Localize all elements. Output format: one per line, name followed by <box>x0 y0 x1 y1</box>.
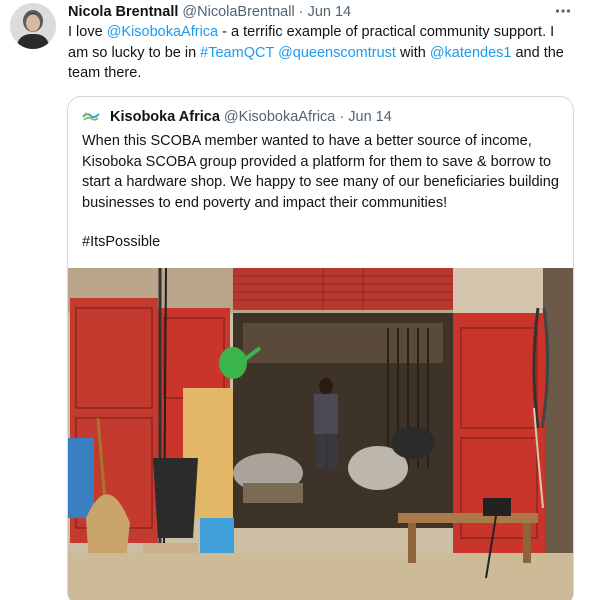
quoted-tweet[interactable]: Kisoboka Africa @KisobokaAfrica · Jun 14… <box>67 96 574 600</box>
quoted-tweet-header: Kisoboka Africa @KisobokaAfrica · Jun 14 <box>82 107 392 127</box>
hardware-shop-image <box>68 268 573 600</box>
tweet-text: I love @KisobokaAfrica - a terrific exam… <box>68 22 573 84</box>
tweet-header: Nicola Brentnall @NicolaBrentnall · Jun … <box>68 3 351 21</box>
mention-queenscomtrust[interactable]: @queenscomtrust <box>278 45 396 61</box>
mention-katendes1[interactable]: @katendes1 <box>430 45 512 61</box>
quoted-author-handle[interactable]: @KisobokaAfrica <box>224 109 335 125</box>
tweet-date[interactable]: Jun 14 <box>308 4 352 20</box>
author-name[interactable]: Nicola Brentnall <box>68 4 178 20</box>
quoted-tweet-text: When this SCOBA member wanted to have a … <box>82 133 559 211</box>
more-dots-icon[interactable] <box>554 2 572 20</box>
mention-kisobokaafrica[interactable]: @KisobokaAfrica <box>107 24 218 40</box>
separator-dot: · <box>298 4 304 20</box>
hashtag-teamqct[interactable]: #TeamQCT <box>200 45 274 61</box>
author-avatar[interactable] <box>10 3 56 49</box>
quoted-author-name[interactable]: Kisoboka Africa <box>110 109 220 125</box>
shop-photo[interactable] <box>68 268 573 600</box>
separator-dot: · <box>339 109 345 125</box>
tweet[interactable]: Nicola Brentnall @NicolaBrentnall · Jun … <box>0 0 594 600</box>
kisoboka-logo-icon <box>82 112 100 121</box>
author-handle[interactable]: @NicolaBrentnall <box>182 4 294 20</box>
text-segment: I love <box>68 24 107 40</box>
hashtag-itspossible[interactable]: #ItsPossible <box>82 232 160 252</box>
avatar-photo <box>10 3 56 49</box>
quoted-tweet-date[interactable]: Jun 14 <box>348 109 392 125</box>
text-segment: with <box>395 44 430 61</box>
